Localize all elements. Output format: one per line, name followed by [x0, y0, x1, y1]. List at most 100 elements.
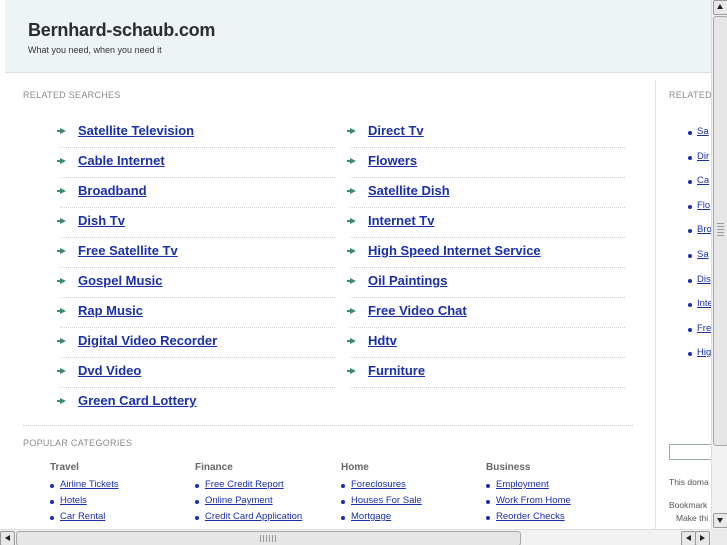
category-column-home: Home Foreclosures Houses For Sale Mortga… — [341, 462, 481, 526]
sidebar-search-input[interactable] — [669, 444, 712, 460]
related-link[interactable]: Free Video Chat — [368, 303, 467, 318]
bullet-icon — [688, 254, 692, 258]
related-link[interactable]: Broadband — [78, 183, 147, 198]
related-link[interactable]: Furniture — [368, 363, 425, 378]
related-link[interactable]: Oil Paintings — [368, 273, 447, 288]
related-link[interactable]: Rap Music — [78, 303, 143, 318]
bullet-icon — [50, 516, 54, 520]
category-link[interactable]: Mortgage — [351, 511, 391, 522]
sidebar-link[interactable]: Inte — [697, 298, 712, 309]
list-item: Employment — [486, 478, 626, 494]
arrow-right-icon — [347, 158, 356, 164]
category-heading: Finance — [195, 462, 233, 473]
sidebar-link[interactable]: Bro — [697, 224, 712, 235]
scroll-left-button-end[interactable] — [681, 531, 696, 545]
category-heading: Home — [341, 462, 369, 473]
site-title[interactable]: Bernhard-schaub.com — [28, 20, 215, 41]
related-link[interactable]: Flowers — [368, 153, 417, 168]
arrow-right-icon — [347, 338, 356, 344]
related-link[interactable]: Gospel Music — [78, 273, 163, 288]
bullet-icon — [341, 516, 345, 520]
list-item: Free Video Chat — [347, 298, 625, 328]
bullet-icon — [688, 131, 692, 135]
related-link[interactable]: Free Satellite Tv — [78, 243, 178, 258]
related-left-column: Satellite Television Cable Internet Broa… — [57, 118, 335, 417]
category-link[interactable]: Credit Card Application — [205, 511, 302, 522]
related-link[interactable]: Dish Tv — [78, 213, 125, 228]
bullet-icon — [688, 303, 692, 307]
grip-icon — [717, 223, 724, 237]
category-link[interactable]: Reorder Checks — [496, 511, 565, 522]
category-link[interactable]: Online Payment — [205, 495, 273, 506]
bookmark-link[interactable]: Bookmark — [669, 500, 707, 510]
list-item: Digital Video Recorder — [57, 328, 335, 358]
list-item: Furniture — [347, 358, 625, 388]
category-link[interactable]: Hotels — [60, 495, 87, 506]
related-link[interactable]: Direct Tv — [368, 123, 424, 138]
list-item: Free Credit Report — [195, 478, 335, 494]
category-link[interactable]: Employment — [496, 479, 549, 490]
vertical-scrollbar[interactable] — [711, 0, 727, 529]
category-link[interactable]: Car Rental — [60, 511, 105, 522]
scroll-down-button[interactable] — [713, 513, 727, 528]
list-item: Online Payment — [195, 494, 335, 510]
list-item: Direct Tv — [347, 118, 625, 148]
chevron-left-icon — [5, 535, 10, 541]
sidebar-link[interactable]: Sa — [697, 249, 709, 260]
list-item: Reorder Checks — [486, 510, 626, 526]
category-link[interactable]: Airline Tickets — [60, 479, 119, 490]
sidebar-link[interactable]: Ca — [697, 175, 709, 186]
bullet-icon — [486, 500, 490, 504]
related-link[interactable]: Cable Internet — [78, 153, 165, 168]
bullet-icon — [486, 484, 490, 488]
list-item: Houses For Sale — [341, 494, 481, 510]
bullet-icon — [195, 500, 199, 504]
sidebar-link[interactable]: Sa — [697, 126, 709, 137]
arrow-right-icon — [347, 248, 356, 254]
category-link[interactable]: Free Credit Report — [205, 479, 284, 490]
related-link[interactable]: Green Card Lottery — [78, 393, 196, 408]
vertical-scroll-thumb[interactable] — [713, 16, 727, 446]
sidebar-link[interactable]: Dir — [697, 151, 709, 162]
horizontal-scrollbar[interactable] — [0, 529, 711, 545]
list-item: Work From Home — [486, 494, 626, 510]
list-item: Dvd Video — [57, 358, 335, 388]
related-link[interactable]: Satellite Television — [78, 123, 194, 138]
bullet-icon — [688, 328, 692, 332]
scroll-right-button[interactable] — [695, 531, 710, 545]
related-link[interactable]: Internet Tv — [368, 213, 434, 228]
arrow-right-icon — [57, 248, 66, 254]
bullet-icon — [688, 229, 692, 233]
related-link[interactable]: Digital Video Recorder — [78, 333, 217, 348]
related-link[interactable]: Dvd Video — [78, 363, 141, 378]
site-header: Bernhard-schaub.com What you need, when … — [5, 0, 711, 73]
scroll-left-button[interactable] — [0, 531, 15, 545]
bullet-icon — [688, 279, 692, 283]
list-item: Internet Tv — [347, 208, 625, 238]
arrow-right-icon — [347, 188, 356, 194]
related-link[interactable]: Hdtv — [368, 333, 397, 348]
scrollbar-corner — [711, 529, 727, 545]
sidebar-link[interactable]: Dis — [697, 274, 711, 285]
bullet-icon — [195, 516, 199, 520]
category-link[interactable]: Foreclosures — [351, 479, 406, 490]
horizontal-scroll-thumb[interactable] — [16, 531, 521, 545]
related-link[interactable]: Satellite Dish — [368, 183, 450, 198]
chevron-right-icon — [700, 535, 705, 541]
sidebar-link[interactable]: Flo — [697, 200, 710, 211]
list-item: Rap Music — [57, 298, 335, 328]
arrow-right-icon — [57, 308, 66, 314]
sidebar-link[interactable]: Hig — [697, 347, 711, 358]
arrow-right-icon — [57, 338, 66, 344]
scroll-up-button[interactable] — [713, 0, 727, 15]
sidebar-link[interactable]: Fre — [697, 323, 711, 334]
category-link[interactable]: Work From Home — [496, 495, 571, 506]
bullet-icon — [486, 516, 490, 520]
list-item: Green Card Lottery — [57, 388, 335, 417]
related-link[interactable]: High Speed Internet Service — [368, 243, 541, 258]
make-homepage-link[interactable]: Make thi — [676, 513, 708, 523]
list-item: Flowers — [347, 148, 625, 178]
category-link[interactable]: Houses For Sale — [351, 495, 422, 506]
category-heading: Travel — [50, 462, 79, 473]
popular-categories-label: POPULAR CATEGORIES — [23, 438, 133, 448]
